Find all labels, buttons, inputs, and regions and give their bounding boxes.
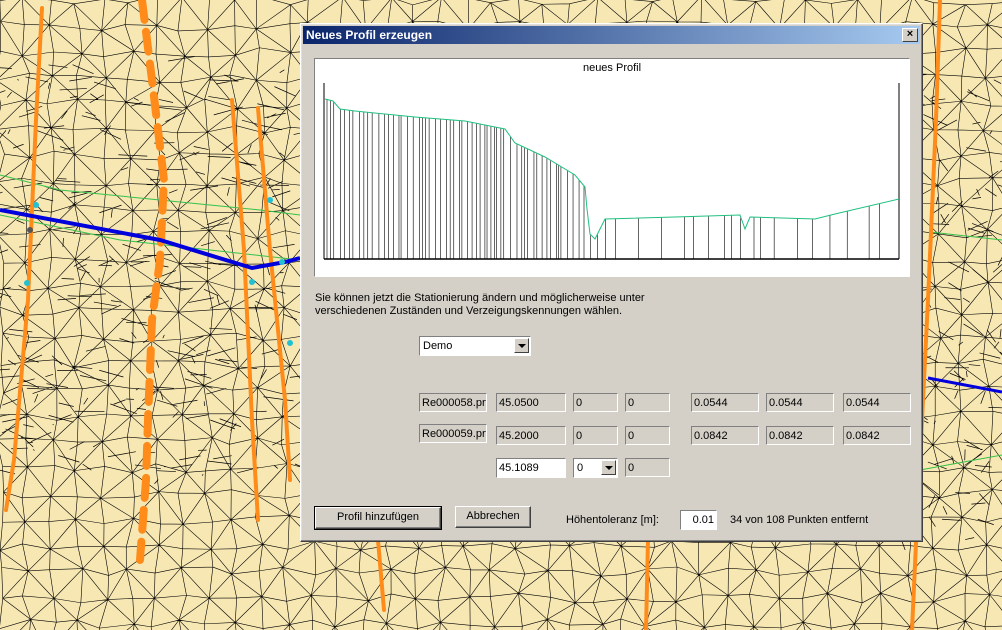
row1-state: 0	[573, 393, 618, 412]
row2-value2: 0.0842	[766, 426, 834, 445]
state-dropdown-value: Demo	[423, 340, 453, 352]
row1-file: Re000058.prf	[419, 393, 487, 412]
row1-value3: 0.0544	[843, 393, 911, 412]
row1-branch: 0	[625, 393, 670, 412]
cancel-button[interactable]: Abbrechen	[455, 506, 531, 528]
row2-station: 45.2000	[496, 426, 566, 445]
new-row-branch: 0	[625, 458, 670, 477]
row1-value2: 0.0544	[766, 393, 834, 412]
row2-value1: 0.0842	[691, 426, 759, 445]
profile-graph	[323, 83, 900, 260]
chevron-down-icon[interactable]	[514, 338, 529, 353]
row2-state: 0	[573, 426, 618, 445]
new-profile-dialog: Neues Profil erzeugen × neues Profil Sie…	[300, 23, 923, 542]
row1-station: 45.0500	[496, 393, 566, 412]
info-line-2: verschiedenen Zuständen und Verzeigungsk…	[315, 305, 623, 317]
row2-file: Re000059.prf	[419, 424, 487, 443]
close-button[interactable]: ×	[902, 28, 918, 42]
row1-value1: 0.0544	[691, 393, 759, 412]
state-dropdown[interactable]: Demo	[419, 336, 531, 356]
new-station-input[interactable]: 45.1089	[496, 458, 566, 478]
row2-value3: 0.0842	[843, 426, 911, 445]
chevron-down-icon[interactable]	[601, 460, 616, 475]
dialog-titlebar[interactable]: Neues Profil erzeugen ×	[303, 26, 920, 44]
tolerance-input[interactable]: 0.01	[680, 510, 717, 530]
row2-branch: 0	[625, 426, 670, 445]
add-profile-button[interactable]: Profil hinzufügen	[314, 506, 442, 530]
branch-dropdown-value: 0	[577, 462, 584, 474]
dialog-title: Neues Profil erzeugen	[306, 28, 433, 42]
profile-plot: neues Profil	[314, 58, 910, 277]
info-message: Sie können jetzt die Stationierung änder…	[315, 292, 675, 318]
status-text: 34 von 108 Punkten entfernt	[730, 514, 869, 526]
tolerance-label: Höhentoleranz [m]:	[566, 514, 659, 526]
info-line-1: Sie können jetzt die Stationierung änder…	[315, 292, 645, 304]
branch-dropdown[interactable]: 0	[573, 458, 618, 478]
